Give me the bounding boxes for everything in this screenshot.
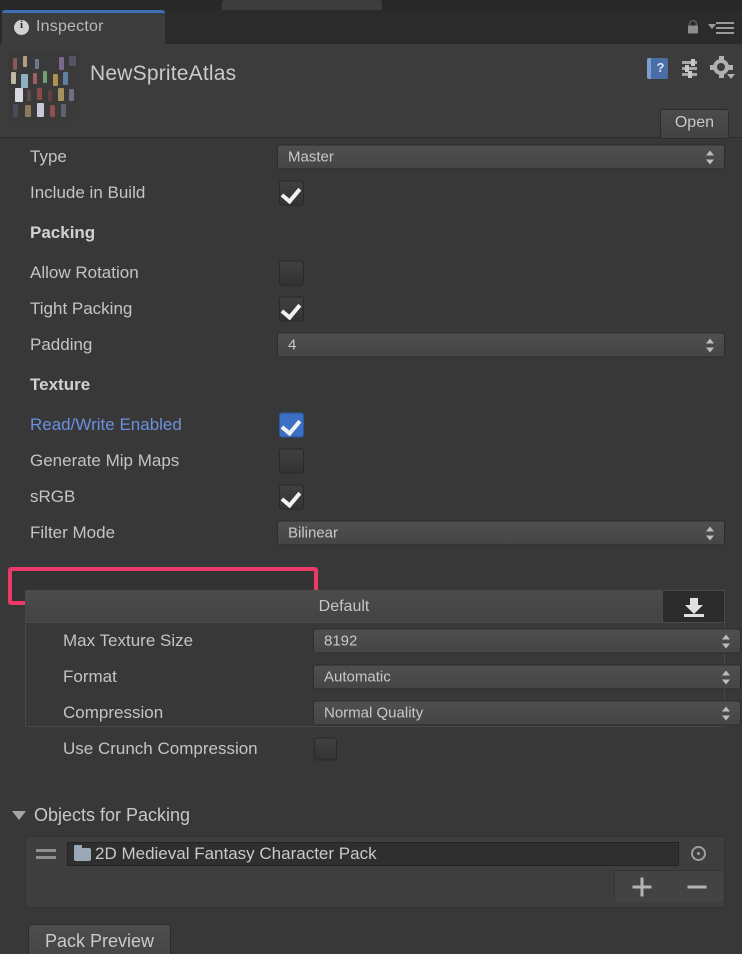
- list-item: 2D Medieval Fantasy Character Pack: [26, 837, 724, 870]
- gear-icon[interactable]: [710, 56, 735, 79]
- srgb-checkbox[interactable]: [279, 484, 304, 510]
- window-top-strip: [0, 0, 742, 10]
- add-object-button[interactable]: [615, 871, 670, 902]
- hamburger-menu-icon[interactable]: [708, 22, 734, 34]
- row-generate-mip-maps-label: Generate Mip Maps: [30, 451, 180, 470]
- objects-for-packing-label: Objects for Packing: [34, 804, 191, 825]
- tab-inspector[interactable]: Inspector: [2, 10, 165, 44]
- row-filter-mode-label: Filter Mode: [30, 523, 116, 542]
- row-generate-mip-maps: Generate Mip Maps: [0, 443, 742, 479]
- object-field-value: 2D Medieval Fantasy Character Pack: [95, 844, 377, 863]
- row-padding-label: Padding: [30, 335, 93, 354]
- asset-header: NewSpriteAtlas Open: [0, 44, 742, 139]
- padding-field[interactable]: 4: [277, 332, 725, 358]
- include-in-build-checkbox[interactable]: [279, 180, 304, 206]
- lock-icon[interactable]: [686, 19, 700, 35]
- row-max-texture-size-label: Max Texture Size: [63, 631, 194, 650]
- row-include-in-build: Include in Build: [0, 175, 742, 211]
- type-dropdown[interactable]: Master: [277, 144, 725, 170]
- format-value: Automatic: [324, 668, 391, 686]
- objects-for-packing-list: 2D Medieval Fantasy Character Pack: [25, 836, 725, 908]
- object-picker-icon[interactable]: [691, 846, 706, 861]
- platform-settings-box: Default Max Texture Size 8192 Format Aut…: [25, 590, 741, 761]
- stepper-arrows-icon: [706, 337, 716, 353]
- row-format: Format Automatic: [26, 659, 741, 695]
- list-add-remove-controls: [614, 870, 724, 902]
- inspector-body: Type Master Include in Build Packing All…: [0, 139, 742, 954]
- generate-mip-maps-checkbox[interactable]: [279, 448, 304, 474]
- help-book-icon[interactable]: [647, 58, 668, 79]
- row-allow-rotation-label: Allow Rotation: [30, 263, 139, 282]
- preset-sliders-icon[interactable]: [680, 58, 700, 79]
- row-use-crunch-compression-label: Use Crunch Compression: [63, 739, 258, 758]
- section-texture: Texture: [0, 363, 742, 407]
- row-padding: Padding 4: [0, 327, 742, 363]
- header-icon-group: [647, 56, 735, 79]
- folder-icon: [74, 844, 91, 861]
- sprite-atlas-thumbnail: [7, 52, 79, 122]
- open-button[interactable]: Open: [659, 109, 729, 139]
- stepper-arrows-icon: [722, 669, 732, 685]
- row-tight-packing: Tight Packing: [0, 291, 742, 327]
- row-srgb: sRGB: [0, 479, 742, 515]
- drag-handle-icon[interactable]: [36, 849, 56, 863]
- section-packing-label: Packing: [30, 223, 96, 242]
- stepper-arrows-icon: [706, 525, 716, 541]
- format-dropdown[interactable]: Automatic: [313, 664, 741, 690]
- row-type: Type Master: [0, 139, 742, 175]
- max-texture-size-value: 8192: [324, 632, 358, 650]
- compression-dropdown[interactable]: Normal Quality: [313, 700, 741, 726]
- read-write-enabled-checkbox[interactable]: [279, 412, 304, 438]
- chevron-down-icon: [12, 810, 26, 820]
- compression-value: Normal Quality: [324, 704, 424, 722]
- tab-inspector-label: Inspector: [36, 18, 104, 35]
- row-use-crunch-compression: Use Crunch Compression: [26, 731, 724, 767]
- filter-mode-value: Bilinear: [288, 524, 339, 542]
- row-compression: Compression Normal Quality: [26, 695, 741, 731]
- background-tab: [222, 0, 382, 10]
- section-texture-label: Texture: [30, 375, 91, 394]
- section-packing: Packing: [0, 211, 742, 255]
- row-allow-rotation: Allow Rotation: [0, 255, 742, 291]
- download-override-icon[interactable]: [662, 591, 724, 622]
- objects-for-packing-foldout[interactable]: Objects for Packing: [0, 799, 742, 831]
- allow-rotation-checkbox[interactable]: [279, 260, 304, 286]
- row-compression-label: Compression: [63, 703, 164, 722]
- tab-default-platform[interactable]: Default: [26, 591, 662, 622]
- type-dropdown-value: Master: [288, 148, 334, 166]
- info-icon: [14, 19, 29, 35]
- row-read-write-enabled-label: Read/Write Enabled: [30, 415, 182, 434]
- platform-tab-strip: Default: [26, 591, 724, 623]
- row-max-texture-size: Max Texture Size 8192: [26, 623, 741, 659]
- row-format-label: Format: [63, 667, 117, 686]
- row-type-label: Type: [30, 147, 67, 166]
- tab-bar: Inspector: [0, 10, 742, 44]
- use-crunch-compression-checkbox[interactable]: [314, 737, 337, 761]
- row-read-write-enabled: Read/Write Enabled: [0, 407, 742, 443]
- max-texture-size-dropdown[interactable]: 8192: [313, 628, 741, 654]
- inspector-window: Inspector: [0, 0, 742, 954]
- row-srgb-label: sRGB: [30, 487, 76, 506]
- stepper-arrows-icon: [722, 633, 732, 649]
- stepper-arrows-icon: [722, 705, 732, 721]
- object-field[interactable]: 2D Medieval Fantasy Character Pack: [67, 842, 679, 866]
- row-tight-packing-label: Tight Packing: [30, 299, 133, 318]
- filter-mode-dropdown[interactable]: Bilinear: [277, 520, 725, 546]
- tight-packing-checkbox[interactable]: [279, 296, 304, 322]
- asset-title: NewSpriteAtlas: [90, 62, 237, 85]
- stepper-arrows-icon: [706, 149, 716, 165]
- row-filter-mode: Filter Mode Bilinear: [0, 515, 742, 551]
- padding-value: 4: [288, 336, 297, 354]
- remove-object-button[interactable]: [670, 871, 725, 902]
- pack-preview-button[interactable]: Pack Preview: [28, 924, 172, 954]
- row-include-in-build-label: Include in Build: [30, 183, 146, 202]
